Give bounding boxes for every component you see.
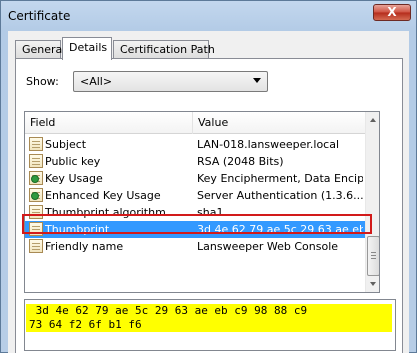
certificate-extension-icon <box>29 171 43 185</box>
list-item-field: Public key <box>45 155 101 168</box>
column-header-field-label: Field <box>30 116 56 129</box>
list-item-field: Subject <box>45 138 87 151</box>
grip-line <box>371 255 376 256</box>
list-item-value: sha1 <box>197 206 224 219</box>
column-header-value[interactable]: Value <box>193 112 365 134</box>
show-dropdown-value: <All> <box>80 75 113 88</box>
field-value-box[interactable]: 3d 4e 62 79 ae 5c 29 63 ae eb c9 98 88 c… <box>24 299 396 351</box>
title-bar[interactable]: Certificate X <box>1 1 416 31</box>
list-header: Field Value <box>25 112 365 134</box>
window-title: Certificate <box>8 9 71 23</box>
list-item-field: Friendly name <box>45 240 124 253</box>
tab-details-label: Details <box>69 41 108 54</box>
scrollbar-thumb[interactable] <box>367 236 379 276</box>
tab-general-label: General <box>22 43 66 56</box>
list-item[interactable]: Key Usage Key Encipherment, Data Encip... <box>25 170 365 187</box>
grip-line <box>371 258 376 259</box>
scroll-up-button[interactable] <box>366 112 379 128</box>
close-icon: X <box>387 5 397 19</box>
list-item-field: Thumbprint algorithm <box>45 206 166 219</box>
field-list[interactable]: Field Value Subject LAN-018.lansweeper.lo… <box>24 111 380 293</box>
thumbprint-value-text[interactable]: 3d 4e 62 79 ae 5c 29 63 ae eb c9 98 88 c… <box>26 304 392 332</box>
column-header-field[interactable]: Field <box>25 112 193 134</box>
certificate-field-icon <box>29 137 43 151</box>
list-item-value: Key Encipherment, Data Encip... <box>197 172 363 185</box>
certificate-window: Certificate X General Details Certificat… <box>0 0 417 353</box>
tab-general[interactable]: General <box>15 40 65 59</box>
list-rows: Subject LAN-018.lansweeper.local Public ke… <box>25 136 365 255</box>
list-item-field: Thumbprint <box>45 223 110 236</box>
certificate-extension-icon <box>29 188 43 202</box>
certificate-field-icon <box>29 154 43 168</box>
vertical-scrollbar[interactable] <box>365 112 379 292</box>
tab-details[interactable]: Details <box>62 37 112 60</box>
certificate-field-icon <box>29 239 43 253</box>
list-item-value: RSA (2048 Bits) <box>197 155 284 168</box>
list-item-field: Key Usage <box>45 172 103 185</box>
arrow-up-icon <box>370 118 376 122</box>
certificate-field-icon <box>29 205 43 219</box>
list-item[interactable]: Thumbprint 3d 4e 62 79 ae 5c 29 63 ae eb … <box>25 221 365 238</box>
list-item-value: Server Authentication (1.3.6.... <box>197 189 363 202</box>
list-item-value: Lansweeper Web Console <box>197 240 339 253</box>
tab-certification-path[interactable]: Certification Path <box>113 40 215 59</box>
list-item-value: LAN-018.lansweeper.local <box>197 138 340 151</box>
arrow-down-icon <box>370 282 376 286</box>
details-panel: Show: <All> Field Value Subject LAN-018.l… <box>15 58 403 353</box>
show-dropdown[interactable]: <All> <box>73 71 268 92</box>
list-item-value: 3d 4e 62 79 ae 5c 29 63 ae eb ... <box>197 223 363 236</box>
list-item[interactable]: Subject LAN-018.lansweeper.local <box>25 136 365 153</box>
tab-certification-path-label: Certification Path <box>120 43 215 56</box>
column-header-value-label: Value <box>198 116 229 129</box>
list-item[interactable]: Enhanced Key Usage Server Authentication … <box>25 187 365 204</box>
dialog-client-area: General Details Certification Path Show:… <box>8 31 409 353</box>
grip-line <box>371 252 376 253</box>
close-button[interactable]: X <box>373 4 411 21</box>
list-item-field: Enhanced Key Usage <box>45 189 161 202</box>
scroll-down-button[interactable] <box>366 276 379 292</box>
show-label: Show: <box>26 75 59 88</box>
list-item[interactable]: Public key RSA (2048 Bits) <box>25 153 365 170</box>
list-item[interactable]: Thumbprint algorithm sha1 <box>25 204 365 221</box>
list-item[interactable]: Friendly name Lansweeper Web Console <box>25 238 365 255</box>
chevron-down-icon <box>253 78 261 83</box>
certificate-field-icon <box>29 222 43 236</box>
